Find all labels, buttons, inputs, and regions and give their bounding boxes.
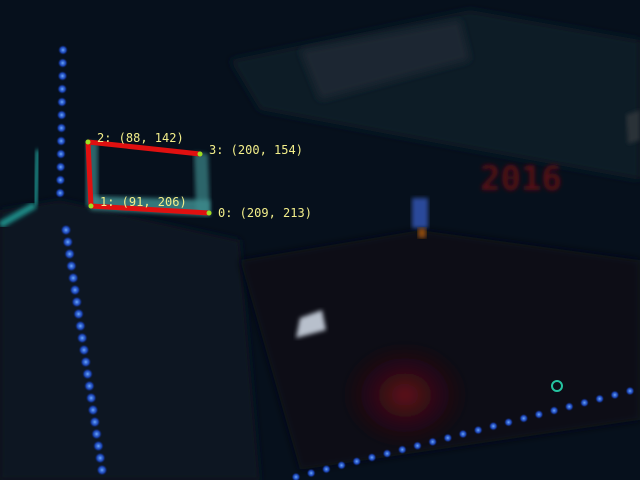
- annotation-label-1: 1: (91, 206): [100, 195, 187, 209]
- annotation-label-2: 2: (88, 142): [97, 131, 184, 145]
- annotation-vertex-3: [197, 151, 203, 157]
- annotation-label-3: 3: (200, 154): [209, 143, 303, 157]
- annotation-label-0: 0: (209, 213): [218, 206, 312, 220]
- photo-scene: 2016 0: (209, 213) 1: (91, 206) 2: (88, 14…: [0, 0, 640, 480]
- annotation-overlay: [85, 139, 212, 216]
- annotation-vertex-2: [85, 139, 91, 145]
- annotation-vertex-1: [88, 203, 94, 209]
- annotation-vertex-0: [206, 210, 212, 216]
